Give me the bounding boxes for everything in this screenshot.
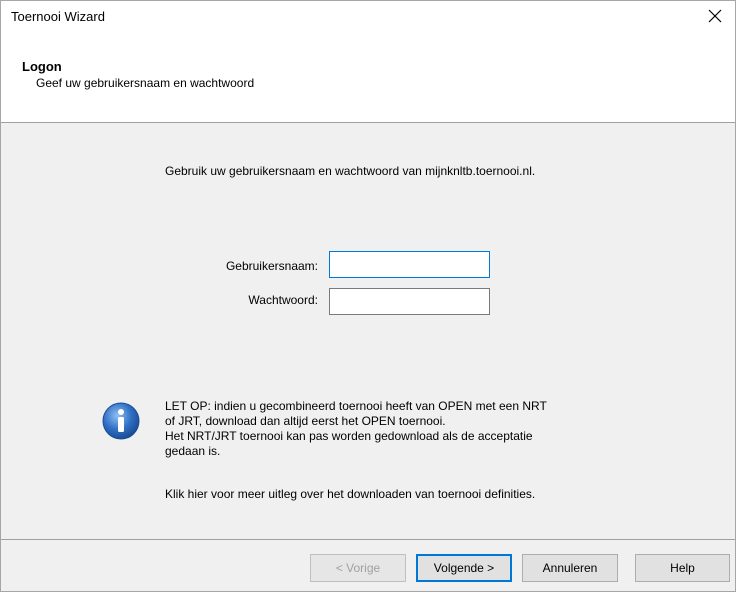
notice-line: LET OP: indien u gecombineerd toernooi h… xyxy=(165,399,547,413)
close-icon xyxy=(708,9,722,23)
notice-text: LET OP: indien u gecombineerd toernooi h… xyxy=(165,399,635,459)
wizard-header: Logon Geef uw gebruikersnaam en wachtwoo… xyxy=(1,31,735,123)
previous-button[interactable]: < Vorige xyxy=(310,554,406,582)
notice-line: of JRT, download dan altijd eerst het OP… xyxy=(165,414,446,428)
notice-line: gedaan is. xyxy=(165,444,221,458)
page-subtitle: Geef uw gebruikersnaam en wachtwoord xyxy=(36,76,255,90)
wizard-window: Toernooi Wizard Logon Geef uw gebruikers… xyxy=(0,0,736,592)
page-title: Logon xyxy=(22,59,62,74)
password-label: Wachtwoord: xyxy=(248,293,318,307)
info-icon xyxy=(102,402,140,440)
window-title: Toernooi Wizard xyxy=(11,8,105,24)
next-button[interactable]: Volgende > xyxy=(416,554,512,582)
close-button[interactable] xyxy=(695,1,735,31)
cancel-button[interactable]: Annuleren xyxy=(522,554,618,582)
footer-divider xyxy=(1,539,735,540)
password-input[interactable] xyxy=(329,288,490,315)
title-bar: Toernooi Wizard xyxy=(1,1,735,31)
intro-text: Gebruik uw gebruikersnaam en wachtwoord … xyxy=(165,164,536,178)
username-input[interactable] xyxy=(329,251,490,278)
notice-line: Het NRT/JRT toernooi kan pas worden gedo… xyxy=(165,429,533,443)
help-button[interactable]: Help xyxy=(635,554,730,582)
download-help-link[interactable]: Klik hier voor meer uitleg over het down… xyxy=(165,487,535,501)
username-label: Gebruikersnaam: xyxy=(225,259,318,273)
